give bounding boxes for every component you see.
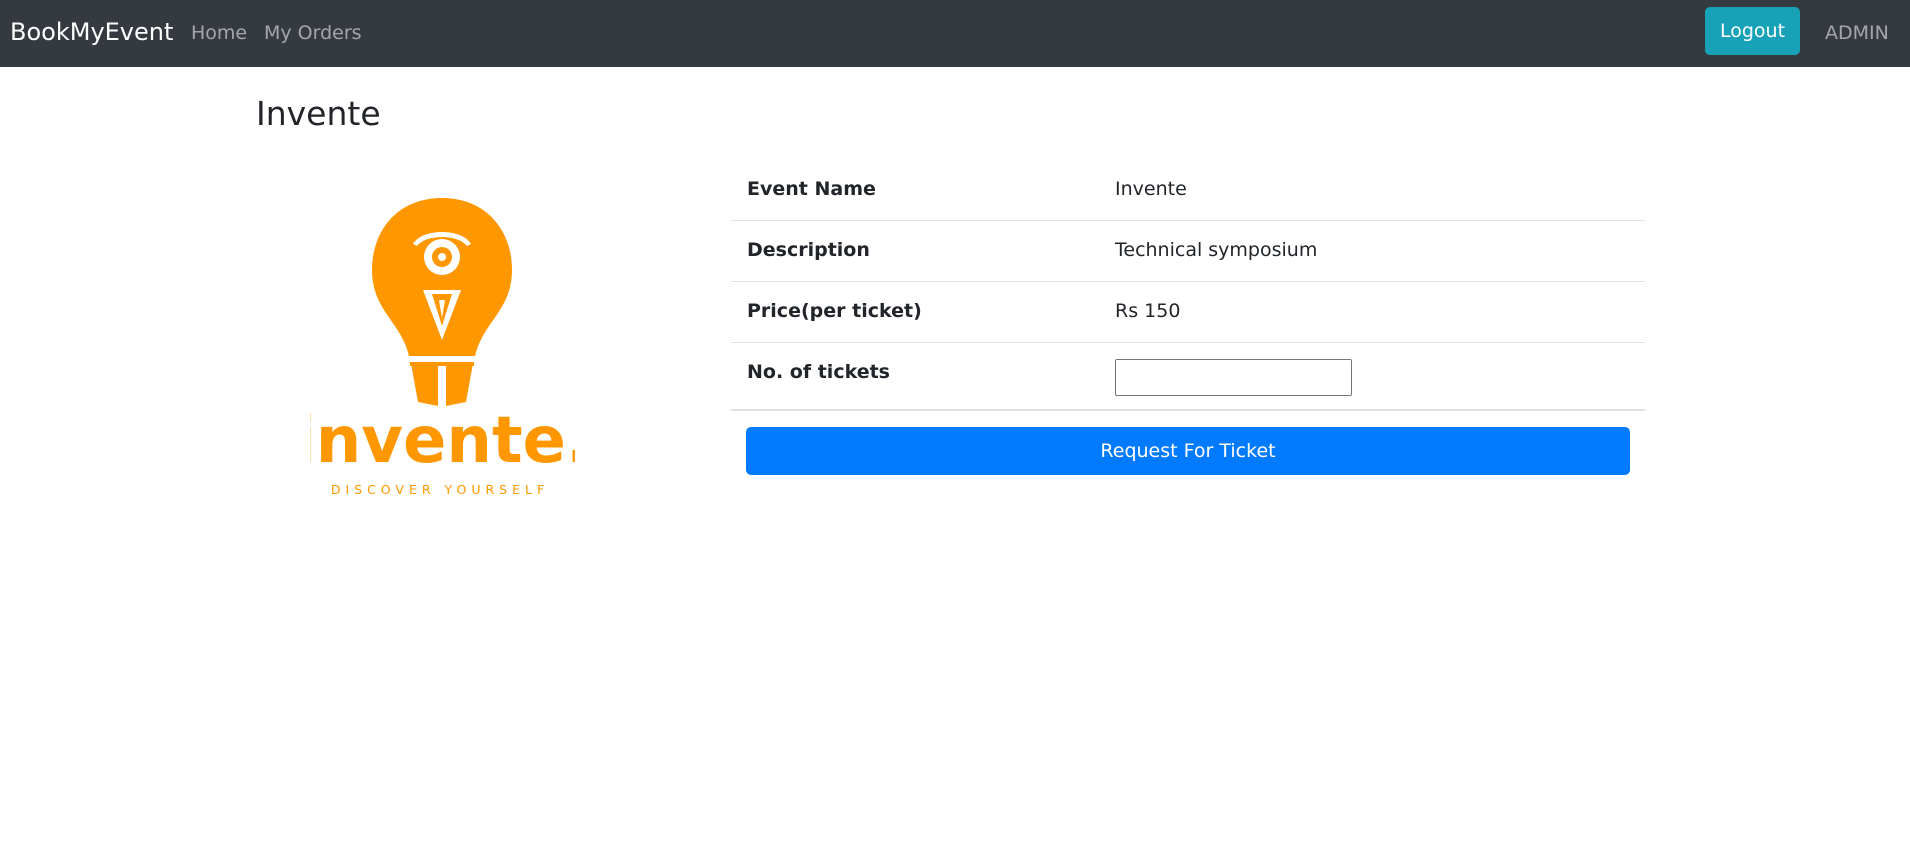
- description-value: Technical symposium: [1115, 239, 1318, 261]
- table-row: Description Technical symposium: [731, 221, 1645, 282]
- nav-my-orders-link[interactable]: My Orders: [264, 22, 362, 44]
- page-title: Invente: [256, 94, 381, 133]
- description-label: Description: [747, 239, 870, 261]
- request-ticket-button[interactable]: Request For Ticket: [746, 427, 1630, 475]
- brand-link[interactable]: BookMyEvent: [10, 18, 173, 46]
- nav-home-link[interactable]: Home: [191, 22, 247, 44]
- event-logo: invente. DISCOVER YOURSELF: [310, 198, 575, 497]
- user-admin-link[interactable]: ADMIN: [1825, 22, 1889, 44]
- table-row: Event Name Invente: [731, 160, 1645, 221]
- logo-wordmark: invente.: [310, 404, 575, 478]
- tickets-label: No. of tickets: [747, 361, 890, 383]
- event-name-value: Invente: [1115, 178, 1187, 200]
- table-row: Price(per ticket) Rs 150: [731, 282, 1645, 343]
- event-name-label: Event Name: [747, 178, 876, 200]
- price-value: Rs 150: [1115, 300, 1181, 322]
- price-label: Price(per ticket): [747, 300, 922, 322]
- logout-button[interactable]: Logout: [1705, 7, 1800, 55]
- navbar: BookMyEvent Home My Orders Logout ADMIN: [0, 0, 1910, 67]
- logo-tagline: DISCOVER YOURSELF: [331, 482, 549, 497]
- ticket-quantity-input[interactable]: [1115, 359, 1352, 396]
